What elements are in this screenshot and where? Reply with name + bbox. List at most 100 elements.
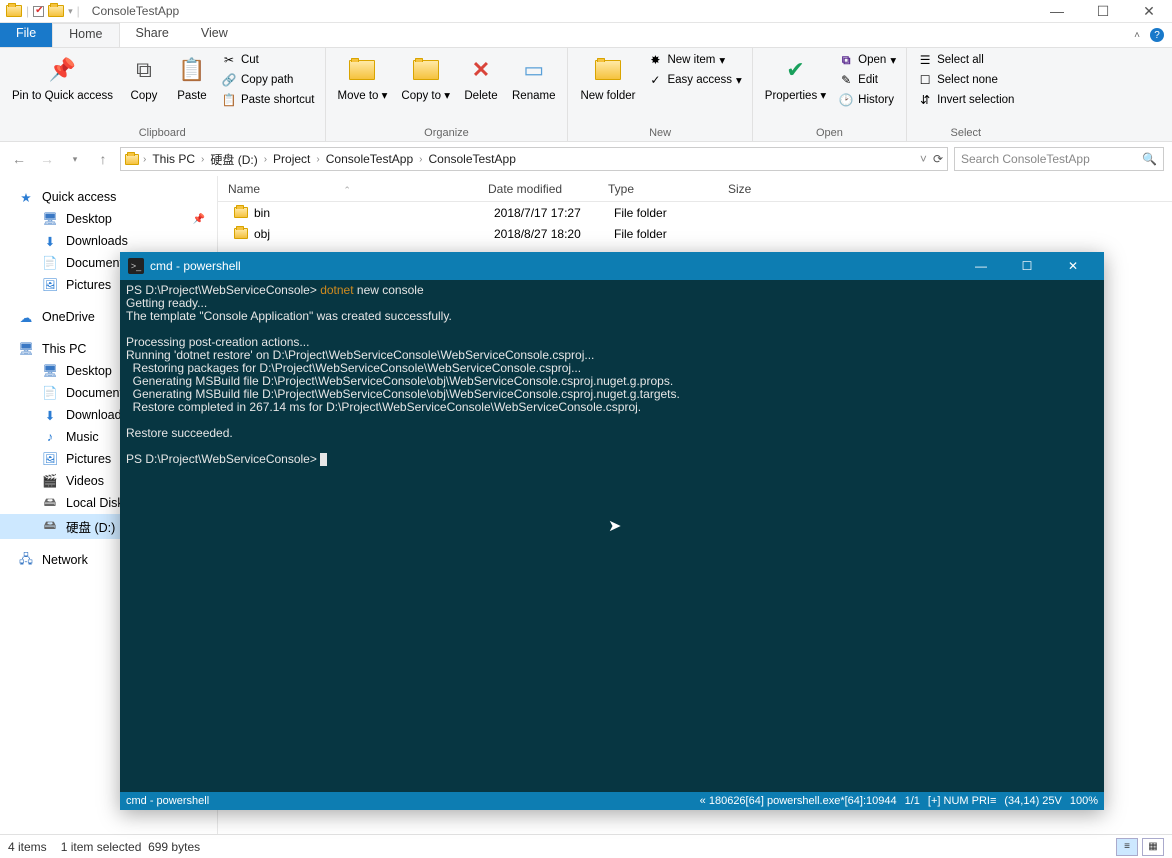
nav-up[interactable]: ↑ [92, 148, 114, 170]
search-input[interactable]: Search ConsoleTestApp 🔍 [954, 147, 1164, 171]
console-title: cmd - powershell [150, 259, 241, 273]
addr-refresh[interactable]: ⟳ [933, 152, 943, 166]
nav-row: ← → ▾ ↑ › This PC› 硬盘 (D:)› Project› Con… [0, 142, 1172, 176]
window-title: ConsoleTestApp [86, 4, 1034, 18]
move-to-button[interactable]: Move to ▾ [332, 50, 394, 107]
music-icon: ♪ [42, 429, 58, 445]
folder-icon [234, 228, 248, 239]
edit-icon: ✎ [838, 72, 854, 88]
downloads-icon: ⬇ [42, 407, 58, 423]
qat-separator: | [26, 4, 29, 18]
easy-access-icon: ✓ [647, 72, 663, 88]
copy-path-button[interactable]: 🔗Copy path [217, 70, 319, 90]
pin-icon: 📌 [46, 54, 78, 86]
col-date[interactable]: Date modified [478, 182, 598, 196]
console-maximize-button[interactable]: ☐ [1004, 252, 1050, 280]
group-select-label: Select [913, 127, 1018, 141]
view-details-button[interactable]: ≡ [1116, 838, 1138, 856]
file-row-bin[interactable]: bin 2018/7/17 17:27 File folder [218, 202, 1172, 223]
console-body[interactable]: PS D:\Project\WebServiceConsole> dotnet … [120, 280, 1104, 792]
qat-overflow[interactable]: ▾ [68, 6, 73, 17]
console-status-r2: [+] NUM PRI≡ [928, 795, 996, 807]
rename-button[interactable]: ▭Rename [506, 50, 561, 107]
crumb-0[interactable]: This PC [150, 152, 197, 166]
view-large-button[interactable]: ▦ [1142, 838, 1164, 856]
window-titlebar: | ✔ ▾ | ConsoleTestApp — ☐ ✕ [0, 0, 1172, 23]
pin-quick-access[interactable]: 📌Pin to Quick access [6, 50, 119, 107]
copy-button[interactable]: ⧉Copy [121, 50, 167, 107]
videos-icon: 🎬 [42, 473, 58, 489]
invert-selection-button[interactable]: ⇵Invert selection [913, 90, 1018, 110]
console-status-left: cmd - powershell [126, 795, 209, 807]
qat-separator-2: | [77, 4, 80, 18]
delete-button[interactable]: ✕Delete [458, 50, 504, 107]
pin-icon: 📌 [193, 214, 217, 225]
qat-checkbox-icon[interactable]: ✔ [33, 6, 44, 17]
col-name[interactable]: Name ⌃ [218, 182, 478, 196]
col-type[interactable]: Type [598, 182, 718, 196]
desktop-icon: 🖥 [42, 363, 58, 379]
tree-downloads[interactable]: ⬇Downloads [0, 230, 217, 252]
easy-access-button[interactable]: ✓Easy access ▾ [643, 70, 745, 90]
tab-share[interactable]: Share [120, 23, 185, 47]
tab-file[interactable]: File [0, 23, 52, 47]
open-icon: ⧉ [838, 52, 854, 68]
edit-button[interactable]: ✎Edit [834, 70, 900, 90]
ribbon-tabs: File Home Share View ˄ ? [0, 23, 1172, 48]
crumb-2[interactable]: Project [271, 152, 312, 166]
maximize-button[interactable]: ☐ [1080, 0, 1126, 23]
pictures-icon: 🖼 [42, 277, 58, 293]
crumb-1[interactable]: 硬盘 (D:) [208, 151, 259, 168]
help-button[interactable]: ? [1150, 28, 1164, 42]
invert-selection-icon: ⇵ [917, 92, 933, 108]
delete-icon: ✕ [465, 54, 497, 86]
nav-back[interactable]: ← [8, 148, 30, 170]
properties-button[interactable]: ✔Properties ▾ [759, 50, 832, 107]
addr-dropdown[interactable]: ˅ [920, 152, 927, 166]
status-items: 4 items [8, 840, 47, 854]
new-folder-button[interactable]: New folder [574, 50, 641, 107]
console-status-r1: 1/1 [905, 795, 920, 807]
group-new: New folder ✸New item ▾ ✓Easy access ▾ Ne… [568, 48, 752, 141]
crumb-sep[interactable]: › [141, 154, 148, 165]
minimize-button[interactable]: — [1034, 0, 1080, 23]
close-button[interactable]: ✕ [1126, 0, 1172, 23]
new-folder-icon [592, 54, 624, 86]
select-all-button[interactable]: ☰Select all [913, 50, 1018, 70]
group-organize-label: Organize [332, 127, 562, 141]
star-icon: ★ [18, 189, 34, 205]
mouse-cursor: ➤ [608, 516, 621, 536]
address-bar[interactable]: › This PC› 硬盘 (D:)› Project› ConsoleTest… [120, 147, 948, 171]
crumb-3[interactable]: ConsoleTestApp [324, 152, 415, 166]
nav-recent[interactable]: ▾ [64, 148, 86, 170]
tree-desktop[interactable]: 🖥Desktop📌 [0, 208, 217, 230]
status-selected: 1 item selected 699 bytes [61, 840, 200, 854]
col-size[interactable]: Size [718, 182, 798, 196]
console-titlebar[interactable]: >_ cmd - powershell — ☐ ✕ [120, 252, 1104, 280]
console-status-r4: 100% [1070, 795, 1098, 807]
paste-shortcut-button[interactable]: 📋Paste shortcut [217, 90, 319, 110]
select-all-icon: ☰ [917, 52, 933, 68]
downloads-icon: ⬇ [42, 233, 58, 249]
tab-home[interactable]: Home [52, 23, 119, 47]
ribbon-collapse[interactable]: ˄ [1134, 30, 1140, 41]
history-icon: 🕑 [838, 92, 854, 108]
copy-to-button[interactable]: Copy to ▾ [395, 50, 456, 107]
paste-button[interactable]: 📋Paste [169, 50, 215, 107]
tree-quick-access[interactable]: ★Quick access [0, 186, 217, 208]
new-item-button[interactable]: ✸New item ▾ [643, 50, 745, 70]
select-none-button[interactable]: ☐Select none [913, 70, 1018, 90]
open-button[interactable]: ⧉Open ▾ [834, 50, 900, 70]
cut-button[interactable]: ✂Cut [217, 50, 319, 70]
new-item-icon: ✸ [647, 52, 663, 68]
crumb-4[interactable]: ConsoleTestApp [426, 152, 517, 166]
history-button[interactable]: 🕑History [834, 90, 900, 110]
nav-forward[interactable]: → [36, 148, 58, 170]
tab-view[interactable]: View [185, 23, 244, 47]
console-minimize-button[interactable]: — [958, 252, 1004, 280]
file-row-obj[interactable]: obj 2018/8/27 18:20 File folder [218, 223, 1172, 244]
move-to-icon [346, 54, 378, 86]
console-close-button[interactable]: ✕ [1050, 252, 1096, 280]
qat-folder-icon[interactable] [48, 5, 64, 17]
properties-icon: ✔ [779, 54, 811, 86]
